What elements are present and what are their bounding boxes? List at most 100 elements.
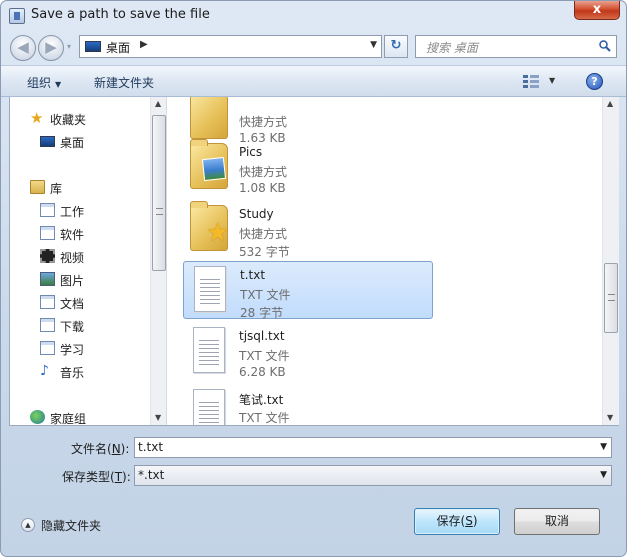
file-type: 快捷方式: [239, 115, 288, 129]
file-type: TXT 文件: [239, 411, 290, 425]
sidebar-scrollbar[interactable]: ▲ ▼: [150, 97, 166, 425]
filetype-select[interactable]: *.txt ▼: [134, 465, 612, 486]
file-type: TXT 文件: [240, 288, 291, 302]
sidebar-item-label: 音乐: [60, 366, 85, 380]
scrollbar-thumb[interactable]: [604, 263, 618, 333]
text-file-icon: [193, 389, 225, 425]
file-name: tjsql.txt: [239, 329, 285, 343]
filetype-label: 保存类型(T):: [62, 470, 131, 484]
document-folder-icon: [40, 203, 55, 217]
sidebar-item-label: 桌面: [60, 136, 85, 150]
search-input[interactable]: 搜索 桌面: [426, 39, 478, 56]
collapse-icon[interactable]: ▲: [21, 518, 35, 532]
close-button[interactable]: x: [574, 1, 620, 20]
filetype-value: *.txt: [138, 468, 165, 482]
folder-shortcut-icon: [190, 97, 228, 139]
history-dropdown-icon[interactable]: ▾: [67, 42, 71, 51]
filename-label: 文件名(N):: [71, 442, 130, 456]
homegroup-icon: [30, 410, 45, 424]
scroll-down-icon[interactable]: ▼: [155, 413, 161, 422]
text-file-icon: [193, 327, 225, 373]
filename-dropdown-icon[interactable]: ▼: [600, 442, 607, 452]
list-item[interactable]: ★ Study 快捷方式 532 字节: [183, 201, 433, 259]
save-dialog: Save a path to save the file x ◀ ▶ ▾ 桌面 …: [0, 0, 627, 557]
sidebar-item-label: 收藏夹: [50, 113, 87, 127]
document-folder-icon: [40, 318, 55, 332]
list-item[interactable]: Pics 快捷方式 1.08 KB: [183, 139, 433, 197]
save-button[interactable]: 保存(S): [414, 508, 500, 535]
video-icon: [40, 249, 55, 263]
scrollbar-thumb[interactable]: [152, 115, 166, 271]
list-item[interactable]: tjsql.txt TXT 文件 6.28 KB: [183, 323, 433, 381]
filetype-dropdown-icon[interactable]: ▼: [600, 470, 607, 480]
file-name: Study: [239, 207, 274, 221]
file-size: 1.08 KB: [239, 181, 286, 195]
search-box[interactable]: 搜索 桌面: [415, 35, 617, 58]
grip-icon: [156, 208, 163, 215]
pictures-folder-icon: [190, 139, 228, 189]
command-toolbar: 组织 ▼ 新建文件夹 ▼ ?: [1, 65, 626, 97]
back-button[interactable]: ◀: [10, 35, 36, 61]
hide-folders-label[interactable]: 隐藏文件夹: [41, 517, 101, 534]
sidebar-item-label: 软件: [60, 228, 85, 242]
breadcrumb-separator-icon[interactable]: ▶: [140, 39, 148, 50]
sidebar-item-label: 下载: [60, 320, 85, 334]
sidebar-item-label: 库: [50, 182, 63, 196]
document-icon: [40, 295, 55, 309]
filename-value[interactable]: t.txt: [138, 440, 163, 454]
scroll-up-icon[interactable]: ▲: [607, 99, 613, 108]
address-dropdown-icon[interactable]: ▼: [370, 40, 377, 50]
sidebar-item-label: 文档: [60, 297, 85, 311]
new-folder-button[interactable]: 新建文件夹: [94, 74, 154, 91]
file-size: 6.28 KB: [239, 365, 286, 379]
address-bar[interactable]: 桌面 ▶ ▼: [79, 35, 382, 58]
text-file-icon: [194, 266, 226, 312]
library-icon: [30, 180, 45, 194]
sidebar-item-label: 家庭组: [50, 412, 87, 425]
sidebar-item-label: 图片: [60, 274, 85, 288]
search-icon[interactable]: [599, 40, 611, 52]
sidebar-item-label: 工作: [60, 205, 85, 219]
scroll-up-icon[interactable]: ▲: [155, 99, 161, 108]
navigation-pane: ★ 收藏夹 桌面 库 工作 软件 视频 图片 文档 下载 学习 ♪ 音乐 家庭组…: [10, 97, 167, 425]
browser-content: ★ 收藏夹 桌面 库 工作 软件 视频 图片 文档 下载 学习 ♪ 音乐 家庭组…: [9, 97, 619, 426]
sidebar-item-label: 视频: [60, 251, 85, 265]
file-size: 532 字节: [239, 245, 290, 259]
organize-dropdown-icon: ▼: [55, 80, 62, 89]
desktop-icon: [85, 41, 101, 52]
star-icon: ★: [30, 109, 44, 127]
file-list-scrollbar[interactable]: ▲ ▼: [602, 97, 619, 425]
music-icon: ♪: [40, 363, 49, 379]
help-icon[interactable]: ?: [586, 73, 603, 90]
forward-button[interactable]: ▶: [38, 35, 64, 61]
document-folder-icon: [40, 226, 55, 240]
file-name: t.txt: [240, 268, 266, 282]
document-folder-icon: [40, 341, 55, 355]
change-view-button[interactable]: ▼: [523, 75, 555, 89]
grip-icon: [608, 294, 615, 301]
view-icon: [523, 75, 539, 88]
list-item-selected[interactable]: t.txt TXT 文件 28 字节: [183, 261, 433, 320]
organize-button[interactable]: 组织 ▼: [27, 74, 61, 91]
file-size: 28 字节: [240, 306, 284, 320]
file-name: Pics: [239, 145, 263, 159]
organize-label: 组织: [27, 76, 52, 90]
view-dropdown-icon[interactable]: ▼: [549, 76, 555, 85]
desktop-icon: [40, 136, 55, 147]
list-item[interactable]: 笔试.txt TXT 文件: [183, 385, 433, 425]
sidebar-item-label: 学习: [60, 343, 85, 357]
filename-input[interactable]: t.txt ▼: [134, 437, 612, 458]
refresh-button[interactable]: ↻: [384, 35, 408, 58]
picture-icon: [40, 272, 55, 286]
favorites-folder-icon: ★: [190, 201, 229, 251]
file-name: 笔试.txt: [239, 393, 284, 407]
file-type: 快捷方式: [239, 227, 288, 241]
address-location[interactable]: 桌面: [106, 39, 130, 56]
cancel-button[interactable]: 取消: [514, 508, 600, 535]
file-type: 快捷方式: [239, 165, 288, 179]
title-bar[interactable]: Save a path to save the file x: [1, 1, 626, 31]
window-title: Save a path to save the file: [31, 7, 210, 22]
scroll-down-icon[interactable]: ▼: [607, 413, 613, 422]
file-list: 快捷方式 1.63 KB Pics 快捷方式 1.08 KB ★ Study 快…: [168, 97, 602, 425]
app-icon: [9, 8, 25, 24]
